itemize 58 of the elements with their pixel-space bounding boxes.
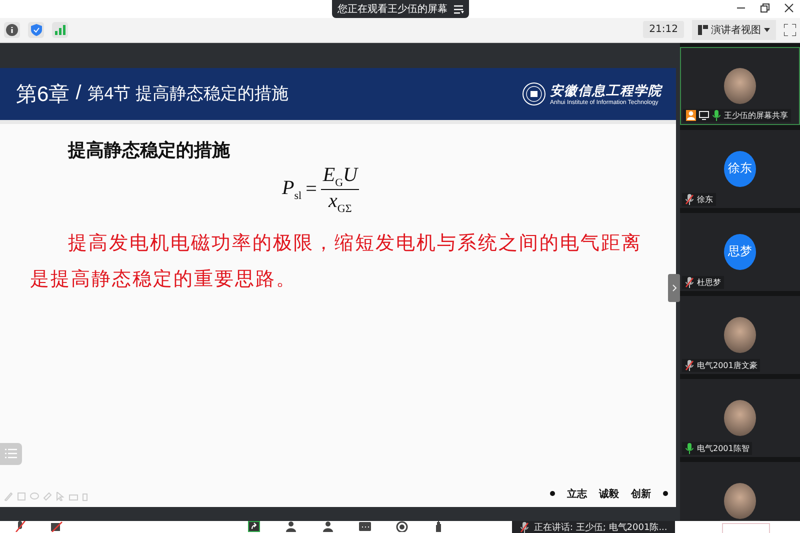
participant-name: 电气2001陈智 [697, 442, 750, 454]
avatar-photo-placeholder [724, 316, 756, 353]
chat-icon[interactable] [359, 521, 371, 532]
meeting-timer: 21:12 [643, 21, 684, 38]
speaker-mic-icon [520, 522, 529, 533]
participant-tile[interactable]: 王少伍的屏幕共享 [680, 46, 800, 125]
caret-icon [764, 28, 770, 32]
close-icon[interactable] [784, 3, 794, 13]
formula-denominator: x$_{GΣ}$ [328, 190, 352, 215]
participant-tile[interactable]: 徐东 徐东 [680, 130, 800, 208]
participants-icon[interactable] [285, 521, 297, 532]
title-separator: / [76, 82, 82, 106]
participant-name: 王少伍的屏幕共享 [724, 110, 788, 121]
motto-word: 创新 [631, 487, 651, 501]
record-icon[interactable] [396, 521, 408, 532]
participant-tile[interactable]: 思梦 杜思梦 [680, 212, 800, 291]
chevron-right-icon [672, 284, 676, 292]
speaking-text: 正在讲话: 王少伍; 电气2001陈... [534, 522, 668, 533]
share-screen-icon[interactable] [248, 521, 260, 532]
bullet-dot [663, 491, 668, 496]
motto-word: 诚毅 [599, 487, 619, 501]
chapter-title: 第6章 [16, 82, 70, 108]
participant-name: 电气2001唐文豪 [697, 360, 758, 371]
equals-sign: = [306, 178, 317, 201]
slide-paragraph: 提高发电机电磁功率的极限，缩短发电机与系统之间的电气距离是提高静态稳定的重要思路。 [30, 230, 643, 292]
camera-off-icon[interactable] [51, 521, 63, 532]
participant-tile[interactable]: 电气2001唐文豪 [680, 296, 800, 374]
school-seal-icon [522, 82, 546, 106]
shield-icon[interactable] [30, 24, 42, 36]
formula-numerator: E$_{G}$U [320, 164, 360, 190]
participant-tile[interactable] [680, 462, 800, 521]
fullscreen-icon[interactable] [784, 24, 796, 36]
layout-icon [698, 24, 708, 35]
participant-name: 杜思梦 [697, 276, 721, 288]
participant-tile[interactable]: 电气2001陈智 [680, 378, 800, 457]
avatar-photo-placeholder [724, 400, 756, 436]
section-title: 第4节 提高静态稳定的措施 [87, 83, 288, 106]
participant-name: 徐东 [697, 194, 713, 205]
speaker-view-button[interactable]: 演讲者视图 [692, 20, 776, 40]
avatar-initials: 徐东 [724, 150, 756, 187]
user-icon[interactable] [322, 521, 334, 532]
screen-share-banner-text: 您正在观看王少伍的屏幕 [338, 2, 448, 16]
slide-heading: 提高静态稳定的措施 [68, 138, 231, 162]
screen-icon [699, 110, 709, 120]
bullet-dot [550, 491, 555, 496]
motto-word: 立志 [567, 487, 587, 501]
list-icon [5, 448, 17, 460]
info-icon[interactable] [6, 24, 18, 36]
panel-outline [722, 522, 770, 533]
restore-icon[interactable] [760, 3, 770, 13]
school-name: 安徽信息工程学院 [550, 82, 662, 100]
avatar-initials: 思梦 [724, 234, 756, 270]
muted-microphone-icon[interactable] [14, 521, 26, 532]
menu-icon[interactable] [454, 4, 464, 14]
avatar-photo-placeholder [724, 68, 756, 104]
collapse-panel-handle[interactable] [668, 274, 680, 302]
formula-lhs: P$_{sl}$ [282, 176, 302, 202]
avatar-photo-placeholder [724, 482, 756, 519]
